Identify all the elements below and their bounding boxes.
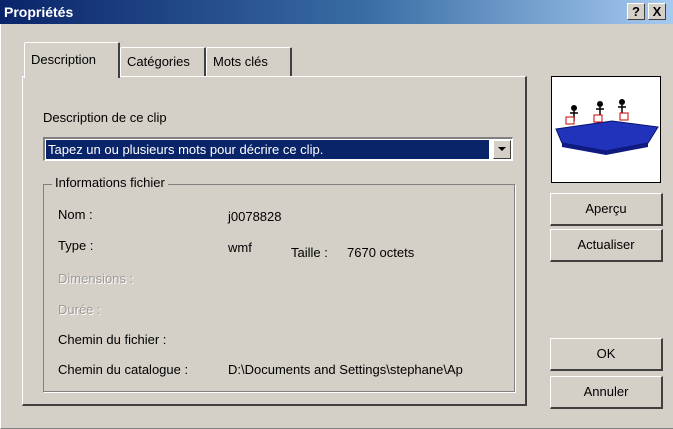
catalog-path-label: Chemin du catalogue : [58,362,189,377]
window-title: Propriétés [4,4,74,20]
refresh-button[interactable]: Actualiser [550,229,663,262]
title-bar: Propriétés ? X [0,0,673,24]
dimensions-label: Dimensions : [58,271,134,286]
type-label: Type : [58,238,94,253]
close-button[interactable]: X [648,3,666,20]
tab-categories[interactable]: Catégories [120,47,206,77]
help-button[interactable]: ? [627,3,645,20]
size-label: Taille : [291,245,328,260]
type-value: wmf [228,240,252,255]
size-value: 7670 octets [347,245,415,260]
tab-description[interactable]: Description [24,42,120,78]
dropdown-arrow-icon[interactable] [493,140,511,159]
description-combobox[interactable]: Tapez un ou plusieurs mots pour décrire … [43,137,513,161]
duration-label: Durée : [58,302,101,317]
clip-art-image [555,99,659,155]
tab-keywords[interactable]: Mots clés [206,47,292,77]
file-info-title: Informations fichier [52,175,168,190]
clip-preview [551,76,661,183]
file-path-label: Chemin du fichier : [58,332,167,347]
ok-button[interactable]: OK [550,338,663,371]
catalog-path-value: D:\Documents and Settings\stephane\Ap [228,362,463,377]
name-label: Nom : [58,207,93,222]
description-input[interactable]: Tapez un ou plusieurs mots pour décrire … [46,140,489,159]
description-label: Description de ce clip [43,110,167,125]
preview-button[interactable]: Aperçu [550,193,663,226]
name-value: j0078828 [228,209,282,224]
cancel-button[interactable]: Annuler [550,376,663,409]
